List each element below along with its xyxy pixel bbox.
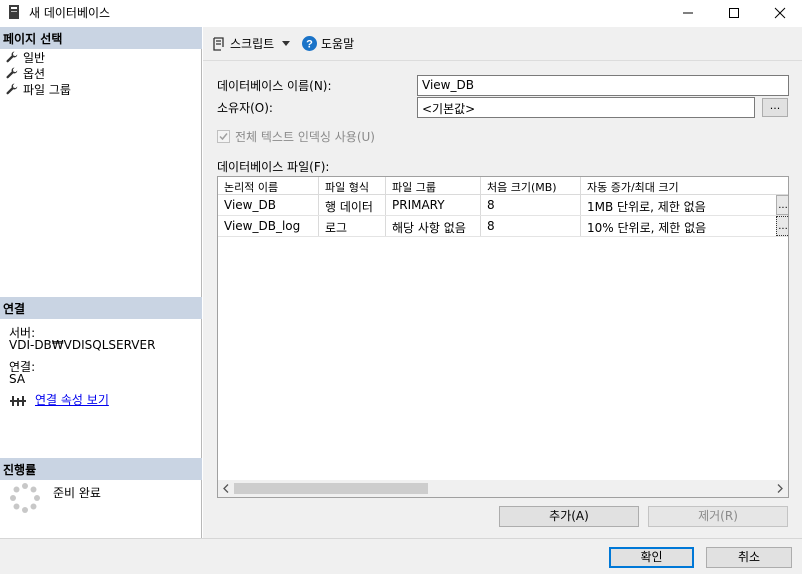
progress-status: 준비 완료 xyxy=(53,486,101,500)
db-files-grid: 논리적 이름 파일 형식 파일 그룹 처음 크기(MB) 자동 증가/최대 크기… xyxy=(217,176,789,498)
maximize-button[interactable] xyxy=(711,0,757,26)
logical-name-cell[interactable]: View_DB_log xyxy=(218,216,319,236)
owner-browse-button[interactable]: ... xyxy=(762,98,788,117)
page-item-options[interactable]: 옵션 xyxy=(6,65,71,81)
title-bar: 새 데이터베이스 xyxy=(0,0,802,26)
page-item-general[interactable]: 일반 xyxy=(6,49,71,65)
page-item-label: 파일 그룹 xyxy=(23,82,71,97)
filegroup-cell[interactable]: 해당 사항 없음 xyxy=(386,216,481,236)
db-name-input[interactable]: View_DB xyxy=(417,75,789,96)
database-app-icon xyxy=(9,5,19,19)
progress-spinner-icon xyxy=(10,483,40,513)
autogrowth-edit-button[interactable]: ... xyxy=(776,216,788,236)
owner-input[interactable]: <기본값> xyxy=(417,97,755,118)
db-name-label: 데이터베이스 이름(N): xyxy=(217,79,332,93)
scrollbar-thumb[interactable] xyxy=(234,483,428,494)
initial-size-cell[interactable]: 8 xyxy=(481,195,581,215)
column-header[interactable]: 처음 크기(MB) xyxy=(481,177,581,194)
wrench-icon xyxy=(6,51,18,63)
page-item-label: 일반 xyxy=(23,50,46,65)
page-list: 일반 옵션 파일 그룹 xyxy=(6,49,71,97)
wrench-icon xyxy=(6,67,18,79)
help-label: 도움말 xyxy=(321,37,355,51)
chevron-down-icon xyxy=(282,41,291,46)
help-button[interactable]: ? 도움말 xyxy=(302,35,354,52)
table-row[interactable]: View_DB_log 로그 해당 사항 없음 8 10% 단위로, 제한 없음… xyxy=(218,216,788,237)
scroll-right-button[interactable] xyxy=(772,480,788,497)
chevron-right-icon xyxy=(777,484,783,493)
script-label: 스크립트 xyxy=(230,37,275,51)
fulltext-label: 전체 텍스트 인덱싱 사용(U) xyxy=(235,130,375,144)
view-connection-properties: 연결 속성 보기 xyxy=(10,391,109,408)
help-icon: ? xyxy=(302,36,317,51)
column-header[interactable]: 논리적 이름 xyxy=(218,177,319,194)
fulltext-indexing-option: 전체 텍스트 인덱싱 사용(U) xyxy=(217,128,375,145)
script-button[interactable]: 스크립트 xyxy=(211,35,291,52)
toolbar: 스크립트 ? 도움말 xyxy=(203,27,802,61)
column-header[interactable]: 파일 그룹 xyxy=(386,177,481,194)
minimize-icon xyxy=(683,12,693,14)
page-item-label: 옵션 xyxy=(23,66,46,81)
add-button[interactable]: 추가(A) xyxy=(499,506,639,527)
minimize-button[interactable] xyxy=(665,0,711,26)
table-row[interactable]: View_DB 행 데이터 PRIMARY 8 1MB 단위로, 제한 없음 .… xyxy=(218,195,788,216)
left-pane: 페이지 선택 일반 옵션 파일 그룹 연결 서버: VDI-DB₩VDISQLS… xyxy=(0,27,202,538)
autogrowth-cell: 1MB 단위로, 제한 없음 xyxy=(587,200,706,214)
column-header[interactable]: 자동 증가/최대 크기 xyxy=(581,177,788,194)
connection-header: 연결 xyxy=(0,297,202,319)
connection-properties-icon xyxy=(10,395,26,406)
file-type-cell[interactable]: 행 데이터 xyxy=(319,195,386,215)
chevron-left-icon xyxy=(223,484,229,493)
close-button[interactable] xyxy=(757,0,802,26)
ok-button[interactable]: 확인 xyxy=(609,547,694,568)
scroll-left-button[interactable] xyxy=(218,480,234,497)
autogrowth-edit-button[interactable]: ... xyxy=(776,195,788,215)
view-connection-properties-link[interactable]: 연결 속성 보기 xyxy=(35,391,109,408)
filegroup-cell[interactable]: PRIMARY xyxy=(386,195,481,215)
server-value: VDI-DB₩VDISQLSERVER xyxy=(9,338,156,352)
file-type-cell[interactable]: 로그 xyxy=(319,216,386,236)
close-icon xyxy=(774,7,786,19)
column-header[interactable]: 파일 형식 xyxy=(319,177,386,194)
main-pane: 스크립트 ? 도움말 데이터베이스 이름(N): View_DB 소유자(O):… xyxy=(203,27,802,538)
horizontal-scrollbar[interactable] xyxy=(218,480,788,497)
page-item-filegroups[interactable]: 파일 그룹 xyxy=(6,81,71,97)
cancel-button[interactable]: 취소 xyxy=(706,547,792,568)
logical-name-cell[interactable]: View_DB xyxy=(218,195,319,215)
checkmark-icon xyxy=(219,133,228,141)
window-title: 새 데이터베이스 xyxy=(29,6,111,20)
grid-header: 논리적 이름 파일 형식 파일 그룹 처음 크기(MB) 자동 증가/최대 크기 xyxy=(218,177,788,195)
connection-value: SA xyxy=(9,372,26,386)
autogrowth-cell: 10% 단위로, 제한 없음 xyxy=(587,221,707,235)
wrench-icon xyxy=(6,83,18,95)
fulltext-checkbox[interactable] xyxy=(217,130,230,143)
remove-button[interactable]: 제거(R) xyxy=(648,506,788,527)
maximize-icon xyxy=(729,8,739,18)
page-select-header: 페이지 선택 xyxy=(0,27,202,49)
svg-text:?: ? xyxy=(306,39,313,51)
db-files-label: 데이터베이스 파일(F): xyxy=(217,160,330,174)
progress-header: 진행률 xyxy=(0,458,202,480)
owner-label: 소유자(O): xyxy=(217,101,273,115)
initial-size-cell[interactable]: 8 xyxy=(481,216,581,236)
dialog-button-bar: 확인 취소 xyxy=(0,538,802,574)
script-icon xyxy=(213,36,224,51)
